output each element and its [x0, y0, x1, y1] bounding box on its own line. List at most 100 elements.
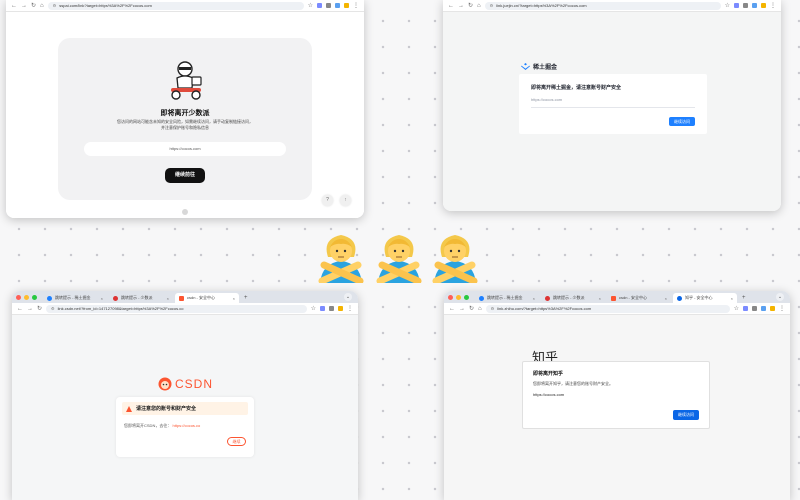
back-icon[interactable]: ← — [449, 306, 455, 312]
csdn-logo-text: CSDN — [175, 377, 214, 391]
target-url[interactable]: https://cocos.com — [84, 142, 286, 156]
favicon-icon — [677, 295, 682, 301]
home-icon[interactable]: ⌂ — [477, 3, 481, 9]
star-icon[interactable]: ☆ — [308, 3, 313, 9]
forward-icon[interactable]: → — [27, 306, 33, 312]
close-window-icon[interactable] — [448, 294, 453, 300]
favicon-icon — [47, 295, 52, 301]
maximize-window-icon[interactable] — [464, 294, 469, 300]
tab-title: 跳转提示 - 少数派 — [121, 295, 153, 300]
tab-title: 跳转提示 - 稀土掘金 — [55, 295, 91, 300]
star-icon[interactable]: ☆ — [725, 3, 730, 9]
extension-icon[interactable] — [326, 3, 331, 8]
forward-icon[interactable]: → — [459, 306, 465, 312]
minimize-window-icon[interactable] — [24, 294, 29, 300]
menu-icon[interactable]: ⋮ — [779, 306, 785, 312]
juejin-logo-text: 稀土掘金 — [533, 65, 558, 71]
warning-header: 请注意您的账号和财产安全 — [122, 402, 248, 415]
extension-icon[interactable] — [743, 306, 748, 311]
close-window-icon[interactable] — [16, 294, 21, 300]
extension-icon[interactable] — [752, 306, 757, 311]
home-icon[interactable]: ⌂ — [478, 306, 482, 312]
reload-icon[interactable]: ↻ — [37, 306, 42, 312]
site-info-icon[interactable]: ⚙ — [53, 3, 57, 8]
close-tab-icon[interactable]: × — [665, 296, 667, 301]
extension-icon[interactable] — [761, 3, 766, 8]
browser-tab-active[interactable]: 知乎 - 安全中心 × — [673, 293, 737, 303]
tab-search-icon[interactable]: ⌄ — [776, 293, 784, 301]
back-icon[interactable]: ← — [17, 306, 23, 312]
reload-icon[interactable]: ↻ — [468, 3, 473, 9]
juejin-logo: 稀土掘金 — [521, 62, 557, 71]
extension-icon[interactable] — [734, 3, 739, 8]
page-content: CSDN 请注意您的账号和财产安全 您即将离开CSDN，去往： https://… — [12, 315, 358, 500]
menu-icon[interactable]: ⋮ — [353, 3, 359, 9]
extension-icon[interactable] — [761, 306, 766, 311]
target-link[interactable]: https://cocos.co — [172, 423, 200, 428]
extension-icon[interactable] — [743, 3, 748, 8]
address-bar[interactable]: ⚙ link.csdn.net/?from_id=147127098&targe… — [46, 304, 307, 313]
address-text: link.csdn.net/?from_id=147127098&target=… — [57, 306, 184, 311]
extension-icon[interactable] — [320, 306, 325, 311]
menu-icon[interactable]: ⋮ — [770, 3, 776, 9]
help-icon[interactable]: ? — [322, 195, 333, 206]
browser-tab[interactable]: csdn - 安全中心 × — [607, 293, 671, 303]
extension-icon[interactable] — [329, 306, 334, 311]
forward-icon[interactable]: → — [458, 3, 464, 9]
extension-icon[interactable] — [770, 306, 775, 311]
site-info-icon[interactable]: ⚙ — [51, 306, 55, 311]
favicon-icon — [545, 295, 550, 301]
browser-tab[interactable]: 跳转提示 - 稀土掘金 × — [43, 293, 107, 303]
extension-icon[interactable] — [338, 306, 343, 311]
minimize-window-icon[interactable] — [456, 294, 461, 300]
tab-title: 知乎 - 安全中心 — [685, 295, 713, 300]
back-to-top-icon[interactable]: ↑ — [340, 195, 351, 206]
browser-toolbar: ← → ↻ ⌂ ⚙ link.zhihu.com/?target=https%3… — [444, 303, 790, 315]
star-icon[interactable]: ☆ — [311, 306, 316, 312]
continue-button[interactable]: 继续访问 — [669, 117, 695, 126]
browser-tab-active[interactable]: csdn - 安全中心 × — [175, 293, 239, 303]
browser-tab[interactable]: 跳转提示 - 少数派 × — [541, 293, 605, 303]
reload-icon[interactable]: ↻ — [469, 306, 474, 312]
browser-tab[interactable]: 跳转提示 - 少数派 × — [109, 293, 173, 303]
reload-icon[interactable]: ↻ — [31, 3, 36, 9]
close-tab-icon[interactable]: × — [233, 296, 235, 301]
continue-button[interactable]: 继续 — [227, 437, 246, 446]
redirect-card: 即将离开少数派 您访问的网站可能含未知的安全风险，如需继续访问，请手动复制链接访… — [58, 38, 312, 200]
page-content: 即将离开少数派 您访问的网站可能含未知的安全风险，如需继续访问，请手动复制链接访… — [6, 12, 364, 218]
maximize-window-icon[interactable] — [32, 294, 37, 300]
back-icon[interactable]: ← — [448, 3, 454, 9]
extension-icon[interactable] — [344, 3, 349, 8]
close-tab-icon[interactable]: × — [599, 296, 601, 301]
menu-icon[interactable]: ⋮ — [347, 306, 353, 312]
star-icon[interactable]: ☆ — [734, 306, 739, 312]
continue-button[interactable]: 继续访问 — [673, 410, 699, 420]
address-bar[interactable]: ⚙ link.juejin.cn/?target=https%3A%2F%2Fc… — [484, 1, 721, 10]
juejin-logo-icon — [521, 63, 530, 70]
close-tab-icon[interactable]: × — [167, 296, 169, 301]
scroll-indicator — [182, 209, 188, 215]
address-bar[interactable]: ⚙ sspai.com/link?target=https%3A%2F%2Fco… — [47, 1, 304, 10]
new-tab-icon[interactable]: + — [241, 293, 251, 303]
extension-icon[interactable] — [752, 3, 757, 8]
home-icon[interactable]: ⌂ — [40, 3, 44, 9]
tab-strip: 跳转提示 - 稀土掘金 × 跳转提示 - 少数派 × csdn - 安全中心 ×… — [12, 291, 358, 303]
page-title: 请注意您的账号和财产安全 — [136, 406, 197, 412]
person-gesturing-no-icon — [318, 235, 364, 283]
extension-icon[interactable] — [317, 3, 322, 8]
new-tab-icon[interactable]: + — [739, 293, 749, 303]
forward-icon[interactable]: → — [21, 3, 27, 9]
tab-title: csdn - 安全中心 — [187, 295, 216, 300]
address-bar[interactable]: ⚙ link.zhihu.com/?target=https%3A%2F%2Fc… — [485, 304, 730, 313]
extension-icon[interactable] — [335, 3, 340, 8]
browser-tab[interactable]: 跳转提示 - 稀土掘金 × — [475, 293, 539, 303]
continue-button[interactable]: 继续前往 — [165, 168, 205, 183]
close-tab-icon[interactable]: × — [731, 296, 733, 301]
close-tab-icon[interactable]: × — [533, 296, 535, 301]
tab-strip: 跳转提示 - 稀土掘金 × 跳转提示 - 少数派 × csdn - 安全中心 ×… — [444, 291, 790, 303]
site-info-icon[interactable]: ⚙ — [491, 306, 495, 311]
site-info-icon[interactable]: ⚙ — [490, 3, 494, 8]
back-icon[interactable]: ← — [11, 3, 17, 9]
close-tab-icon[interactable]: × — [101, 296, 103, 301]
tab-search-icon[interactable]: ⌄ — [344, 293, 352, 301]
